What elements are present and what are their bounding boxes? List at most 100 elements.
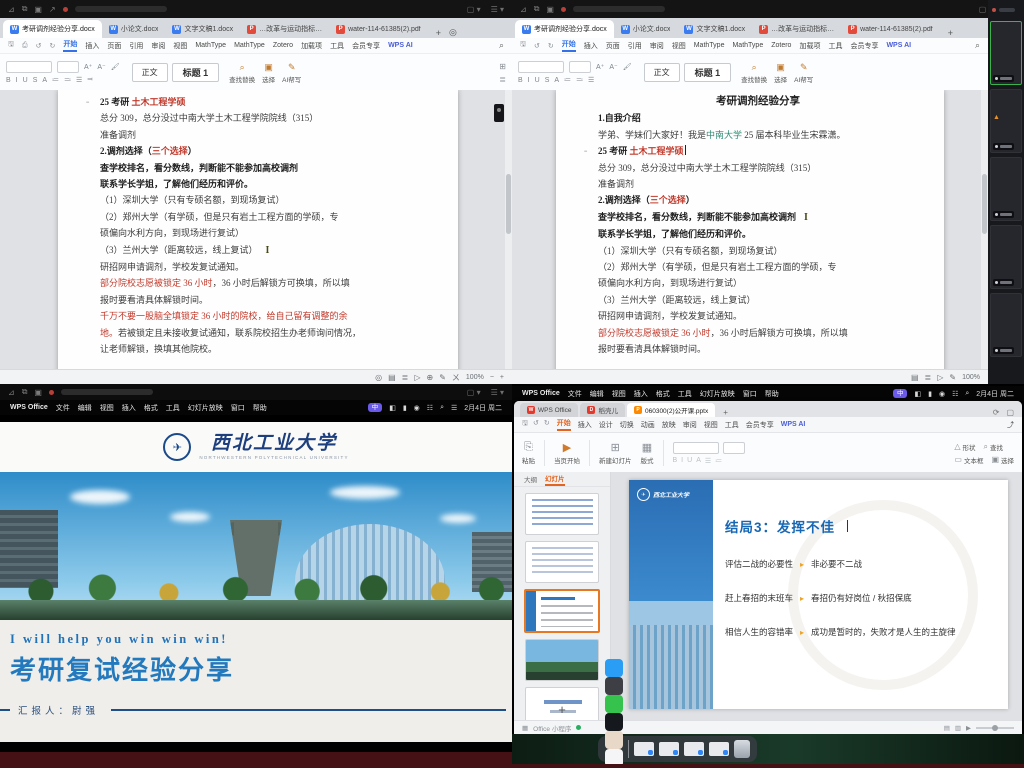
ribbon-tab[interactable]: 动画: [641, 420, 655, 430]
wifi-icon[interactable]: ☷: [427, 404, 433, 412]
window-layout-icon[interactable]: ▢: [1006, 408, 1014, 417]
paste-button[interactable]: ⎘ 粘贴: [522, 441, 535, 465]
fit-page-icon[interactable]: ㄨ: [452, 372, 460, 383]
bullet-list-icon[interactable]: ≔: [52, 76, 59, 84]
meeting-camera-widget[interactable]: [494, 104, 504, 122]
screen-mirroring-icon[interactable]: ◧: [914, 390, 921, 398]
layout-button[interactable]: ▦ 版式: [641, 441, 654, 465]
doc-line[interactable]: 报时要看清具体解锁时间。: [598, 341, 918, 357]
ribbon-menu-item[interactable]: 引用: [628, 41, 642, 51]
menubar-item[interactable]: 窗口: [231, 403, 245, 413]
share-icon[interactable]: ⤴: [1007, 420, 1014, 430]
number-list-icon[interactable]: ≕: [64, 76, 71, 84]
new-tab-button[interactable]: +: [436, 28, 441, 38]
meeting-status-icon[interactable]: ◉: [939, 390, 945, 398]
document-tab[interactable]: P water-114-61385(2).pdf: [841, 20, 940, 38]
layout-icon[interactable]: ⧉: [22, 387, 28, 397]
font-name-select[interactable]: [6, 61, 52, 73]
ribbon-button[interactable]: ▣ 选择: [262, 62, 275, 84]
participant-tile[interactable]: ▲: [990, 89, 1022, 153]
ribbon-tab[interactable]: WPS AI: [781, 421, 806, 428]
save-icon[interactable]: 🖫: [522, 419, 528, 430]
annotate-icon[interactable]: ▣: [34, 388, 42, 397]
dock-window-preview[interactable]: [709, 742, 729, 756]
read-mode-icon[interactable]: ▷: [937, 373, 943, 382]
doc-line[interactable]: 联系学长学姐，了解他们经历和评价。: [598, 226, 918, 242]
redo-icon[interactable]: ↻: [548, 42, 554, 50]
ribbon-menu-item[interactable]: 视图: [173, 41, 187, 51]
add-slide-button[interactable]: +: [514, 702, 610, 717]
bold-icon[interactable]: B: [518, 77, 523, 84]
vertical-scrollbar[interactable]: [505, 90, 512, 370]
menubar-item[interactable]: 编辑: [590, 389, 604, 399]
ribbon-button[interactable]: ✎ AI帮写: [282, 62, 301, 84]
normal-view-icon[interactable]: ▤: [944, 724, 950, 732]
redo-icon[interactable]: ↻: [544, 419, 550, 430]
ribbon-tab[interactable]: 工具: [725, 420, 739, 430]
underline-icon[interactable]: U: [23, 77, 28, 84]
doc-line[interactable]: 让老师解锁，换填其他院校。: [100, 341, 432, 357]
style-body[interactable]: 正文: [132, 63, 168, 82]
grid-icon[interactable]: ▦: [522, 724, 528, 732]
slide-thumbnail-selected[interactable]: [524, 589, 600, 633]
doc-line[interactable]: ≡25 考研 土木工程学硕: [100, 94, 432, 110]
layout-icon[interactable]: ⧉: [534, 4, 540, 14]
window-settings-icon[interactable]: ◎: [449, 27, 457, 38]
ribbon-button[interactable]: ⌕ 查找替换: [229, 62, 255, 84]
ribbon-menu-item[interactable]: 插入: [85, 41, 99, 51]
dock-app-icon[interactable]: [605, 659, 623, 677]
menubar-item[interactable]: 视图: [100, 403, 114, 413]
align-left-icon[interactable]: ☰: [76, 76, 82, 84]
dock-app-icon[interactable]: [605, 713, 623, 731]
doc-line[interactable]: 地。若被锁定且未接收复试通知，联系院校招生办老师询问情况，: [100, 325, 432, 341]
ribbon-menu-item[interactable]: 审阅: [650, 41, 664, 51]
annotate-icon[interactable]: ▣: [546, 5, 554, 14]
page-view-icon[interactable]: ▤: [388, 373, 396, 382]
document-canvas[interactable]: 考研调剂经验分享1.自我介绍学弟、学妹们大家好！我是中南大学 25 届本科毕业生…: [512, 90, 988, 370]
menubar-item[interactable]: 幻灯片放映: [188, 403, 223, 413]
menubar-clock[interactable]: 2月4日 周二: [464, 403, 502, 413]
ribbon-tab[interactable]: 审阅: [683, 420, 697, 430]
slide-bullet-row[interactable]: 评估二战的必要性 ▸ 非必要不二战: [725, 558, 1008, 570]
bullet-list-icon[interactable]: ≔: [564, 76, 571, 84]
participant-tile[interactable]: [990, 225, 1022, 289]
bold-icon[interactable]: B: [673, 457, 678, 464]
doc-line[interactable]: 查学校排名，看分数线，判断能不能参加高校调剂: [100, 160, 432, 176]
doc-line[interactable]: ≡25 考研 土木工程学硕: [598, 143, 918, 159]
annotate-icon[interactable]: ▣: [34, 5, 42, 14]
document-tab[interactable]: W 考研调剂经验分享.docx: [515, 20, 614, 38]
zoom-out-button[interactable]: −: [490, 374, 494, 381]
doc-line[interactable]: 总分 309，总分没过中南大学土木工程学院院线（315）: [598, 160, 918, 176]
doc-line[interactable]: （3）兰州大学（距离较远，线上复试）: [598, 292, 918, 308]
wifi-icon[interactable]: ☷: [952, 390, 958, 398]
style-heading1[interactable]: 标题 1: [172, 63, 220, 82]
shapes-button[interactable]: △形状: [954, 442, 975, 452]
app-menu[interactable]: WPS Office: [10, 404, 48, 411]
font-grow-icon[interactable]: A⁺: [84, 63, 92, 71]
italic-icon[interactable]: I: [528, 77, 530, 84]
undo-icon[interactable]: ↺: [36, 42, 42, 50]
save-icon[interactable]: 🖫: [8, 40, 14, 51]
document-tab[interactable]: P water-114-61385(2).pdf: [329, 20, 428, 38]
menubar-item[interactable]: 格式: [656, 389, 670, 399]
dock-app-icon[interactable]: [605, 731, 623, 749]
app-menu[interactable]: WPS Office: [522, 390, 560, 397]
search-icon[interactable]: ⌕: [975, 40, 980, 51]
ribbon-menu-item[interactable]: 插入: [584, 41, 598, 51]
doc-line[interactable]: 研招网申请调剂，学校发复试通知。: [598, 308, 918, 324]
menubar-item[interactable]: 视图: [612, 389, 626, 399]
slide-bullet-row[interactable]: 赶上春招的末班车 ▸ 春招仍有好岗位 / 秋招保底: [725, 592, 1008, 604]
ribbon-tab[interactable]: 插入: [578, 420, 592, 430]
save-icon[interactable]: 🖫: [520, 40, 526, 51]
screen-mirroring-icon[interactable]: ◧: [389, 404, 396, 412]
bullet-list-icon[interactable]: ≔: [715, 457, 722, 465]
zoom-slider[interactable]: [976, 727, 1014, 729]
sidebar-toggle-icon[interactable]: ⊞: [499, 62, 506, 71]
doc-line[interactable]: 硕偏向水利方向，到现场进行复试）: [100, 225, 432, 241]
tab-outline[interactable]: 大纲: [524, 474, 537, 484]
doc-line[interactable]: （2）郑州大学（有学硕，但是只有岩土工程方面的学硕，专: [100, 209, 432, 225]
menubar-item[interactable]: 帮助: [765, 389, 779, 399]
font-name-select[interactable]: [673, 442, 719, 454]
font-name-select[interactable]: [518, 61, 564, 73]
ribbon-tab[interactable]: 开始: [557, 418, 571, 431]
